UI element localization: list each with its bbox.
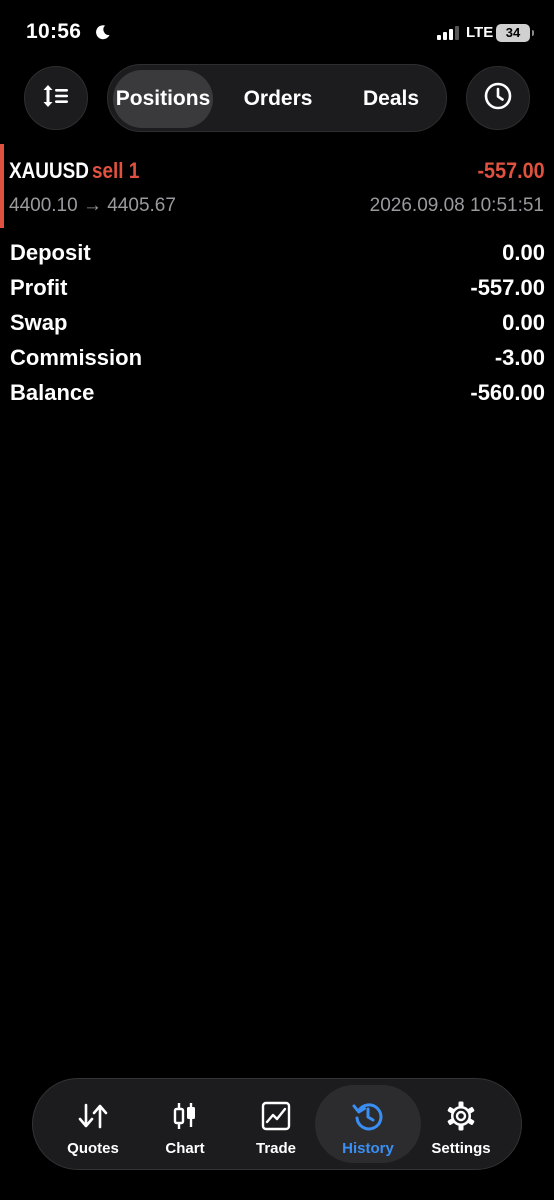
summary-row-profit: Profit -557.00	[0, 271, 554, 306]
sort-button[interactable]	[24, 66, 88, 130]
bottom-tab-bar: Quotes Chart Trade History Settings	[32, 1078, 522, 1170]
position-side-volume: sell 1	[92, 158, 140, 183]
nav-settings[interactable]: Settings	[415, 1085, 507, 1163]
view-segmented-control: Positions Orders Deals	[107, 64, 447, 132]
nav-label: Settings	[431, 1140, 491, 1157]
summary-value: -3.00	[494, 345, 545, 370]
summary-row-swap: Swap 0.00	[0, 306, 554, 341]
position-row[interactable]: XAUUSD sell 1 -557.00 4400.10 → 4405.67 …	[0, 144, 554, 228]
gear-icon	[444, 1099, 478, 1133]
summary-label: Profit	[10, 275, 68, 300]
summary-row-deposit: Deposit 0.00	[0, 236, 554, 271]
summary-row-balance: Balance -560.00	[0, 376, 554, 411]
account-summary: Deposit 0.00 Profit -557.00 Swap 0.00 Co…	[0, 236, 554, 411]
summary-row-commission: Commission -3.00	[0, 341, 554, 376]
clock-icon	[483, 81, 513, 116]
summary-value: 0.00	[502, 310, 545, 335]
battery-indicator: 34	[496, 24, 534, 42]
summary-label: Deposit	[10, 240, 91, 265]
tab-deals[interactable]: Deals	[340, 70, 442, 128]
signal-icon	[437, 26, 459, 40]
quotes-icon	[76, 1099, 110, 1133]
moon-icon	[95, 24, 111, 40]
nav-history[interactable]: History	[315, 1085, 421, 1163]
summary-label: Commission	[10, 345, 143, 370]
summary-value: -560.00	[470, 380, 545, 405]
nav-quotes[interactable]: Quotes	[47, 1085, 139, 1163]
summary-value: 0.00	[502, 240, 545, 265]
sort-icon	[42, 83, 70, 114]
position-prices: 4400.10 → 4405.67	[9, 195, 176, 216]
summary-label: Balance	[10, 380, 95, 405]
tab-positions[interactable]: Positions	[113, 70, 213, 128]
period-button[interactable]	[466, 66, 530, 130]
network-label: LTE	[466, 24, 494, 41]
nav-label: History	[342, 1140, 394, 1157]
nav-label: Chart	[165, 1140, 205, 1157]
history-icon	[351, 1099, 385, 1133]
summary-value: -557.00	[470, 275, 545, 300]
position-symbol: XAUUSD	[9, 158, 89, 183]
summary-label: Swap	[10, 310, 68, 335]
candlestick-icon	[168, 1099, 202, 1133]
position-profit: -557.00	[477, 158, 545, 183]
nav-label: Trade	[255, 1140, 297, 1157]
status-time: 10:56	[26, 20, 82, 43]
nav-label: Quotes	[67, 1140, 119, 1157]
position-time: 2026.09.08 10:51:51	[369, 195, 544, 216]
tab-orders[interactable]: Orders	[226, 70, 330, 128]
position-side-indicator	[0, 144, 4, 228]
trade-chart-icon	[259, 1099, 293, 1133]
status-bar: 10:56 LTE 34	[0, 0, 554, 66]
nav-trade[interactable]: Trade	[230, 1085, 322, 1163]
nav-chart[interactable]: Chart	[139, 1085, 231, 1163]
